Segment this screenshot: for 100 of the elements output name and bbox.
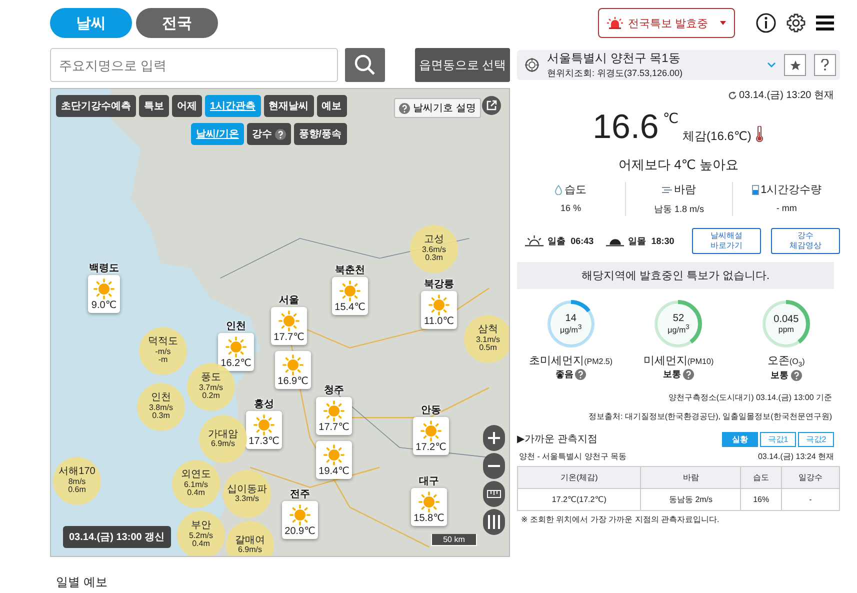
alert-button[interactable]: 전국특보 발효중 [598,8,735,38]
help-icon[interactable] [274,128,286,140]
sun-icon [338,280,361,302]
favorite-button[interactable] [784,54,806,76]
column-header: 기온(체감) [518,466,641,488]
help-icon[interactable] [682,369,694,380]
crosshair-icon[interactable] [525,58,539,72]
layer-tab[interactable]: 특보 [139,95,169,117]
feels-like-text: 체감(16.6℃) [682,128,752,145]
top-tab[interactable]: 전국 [136,8,218,38]
ruler-icon [487,490,501,498]
legend-button[interactable]: 날씨기호 설명 [394,98,481,118]
sun-icon [418,491,440,513]
sun-icon [282,354,304,376]
pollutant-name: 초미세먼지(PM2.5) [529,354,613,368]
current-temperature: 16.6 [592,108,659,146]
station-name: 인천 [226,320,246,333]
station-card[interactable]: 15.8℃ [410,488,448,526]
wind-icon [662,186,672,194]
pollutant-name: 미세먼지(PM10) [643,354,714,368]
sun-icon [224,336,247,358]
stat-value: 남동 1.8 m/s [654,203,704,216]
station-info: 양천구측정소(도시대기) 03.14.(금) 13:00 기준 [667,392,832,403]
help-icon[interactable] [575,369,586,380]
search-button[interactable] [345,48,385,82]
link-button[interactable]: 날씨해설 바로가기 [692,228,762,254]
section-title: ▶가까운 관측지점 [517,433,598,446]
plus-icon [488,432,500,444]
layer-tab[interactable]: 예보 [316,95,347,117]
table-cell: - [782,488,840,510]
stat-value: - mm [776,203,797,213]
update-time-badge: 03.14.(금) 13:00 갱신 [63,526,171,548]
region-select-button[interactable]: 읍면동으로 선택 [415,48,510,82]
layer-tab[interactable]: 어제 [172,95,202,117]
stat-label: 1시간강수량 [760,183,822,197]
station-name: 서울 [279,294,299,307]
help-button[interactable] [814,54,836,76]
coordinates-text: 현위치조회: 위경도(37.53,126.00) [547,67,683,80]
help-icon[interactable] [790,370,802,381]
gauge-unit: μg/m$^{3}$ [668,324,690,335]
gauge-value: 52 [672,313,684,324]
column-header: 일강수 [782,466,840,488]
refresh-icon[interactable] [728,90,737,100]
observation-time: 03.14.(금) 13:20 현재 [738,89,834,102]
grade-text: 보통 [770,368,789,382]
temperature-unit: ℃ [662,110,679,127]
question-mark-icon [821,59,829,71]
sub-tab[interactable]: 풍향/풍속 [294,123,347,145]
sunrise-icon [525,235,544,247]
station-name: 북강릉 [424,278,454,291]
sun-icon [252,414,275,436]
info-icon[interactable] [756,13,776,33]
help-icon[interactable] [399,102,410,114]
search-field[interactable]: 주요지명으로 입력 [50,48,338,82]
station-card[interactable]: 11.0℃ [421,291,457,329]
pollutant-name: 오존(O$_{3}$) [768,354,805,369]
chevron-down-icon[interactable] [767,62,776,68]
layer-tab[interactable]: 초단기강수예측 [56,95,136,117]
station-card[interactable]: 17.3℃ [246,411,282,449]
table-cell: 17.2℃(17.2℃) [518,488,641,510]
footnote: ※ 조회한 위치에서 가장 가까운 지점의 관측자료입니다. [521,514,720,525]
sub-tab[interactable]: 강수 [246,123,291,145]
station-name: 홍성 [254,398,274,411]
station-name: 청주 [324,384,344,397]
location-bar[interactable]: 서울특별시 양천구 목1동 현위치조회: 위경도(37.53,126.00) [517,50,840,80]
sun-time: 일몰 18:30 [628,234,674,248]
station-card[interactable]: 9.0℃ [88,275,120,313]
column-header: 습도 [740,466,782,488]
station-card[interactable]: 19.4℃ [316,441,352,479]
column-header: 바람 [640,466,741,488]
station-card[interactable]: 15.4℃ [332,277,368,315]
caret-icon [720,21,726,25]
water-drop-icon [555,184,562,194]
station-card[interactable]: 17.2℃ [412,417,450,455]
gauge-unit: ppm [778,325,794,334]
gauge-unit: μg/m$^{3}$ [560,324,582,335]
gauge-value: 0.045 [774,314,799,325]
station-card[interactable]: 17.7℃ [270,307,308,345]
stat-label: 습도 [564,183,586,197]
sun-icon [278,310,300,332]
link-button[interactable]: 강수 체감영상 [771,228,840,254]
external-link-icon [486,100,497,111]
location-name: 서울특별시 양천구 목1동 [547,50,682,67]
station-card[interactable]: 16.2℃ [218,333,254,371]
station-name: 안동 [421,404,441,417]
sun-icon [288,504,311,526]
table-cell: 동남동 2m/s [640,488,741,510]
sun-time: 일출 06:43 [548,234,594,248]
settings-icon[interactable] [786,13,806,33]
layer-tab[interactable]: 현재날씨 [264,95,314,117]
rain-gauge-icon [752,184,759,194]
sun-icon [92,278,115,300]
station-card[interactable]: 20.9℃ [282,501,318,539]
sun-icon [322,444,345,466]
station-card[interactable]: 17.7℃ [316,397,352,435]
station-card[interactable]: 16.9℃ [274,351,312,389]
menu-icon[interactable] [816,15,834,31]
station-name: 양천 - 서울특별시 양천구 목동 [519,450,627,462]
section-title: 일별 예보 [56,574,108,591]
grade-text: 좋음 [555,368,574,381]
